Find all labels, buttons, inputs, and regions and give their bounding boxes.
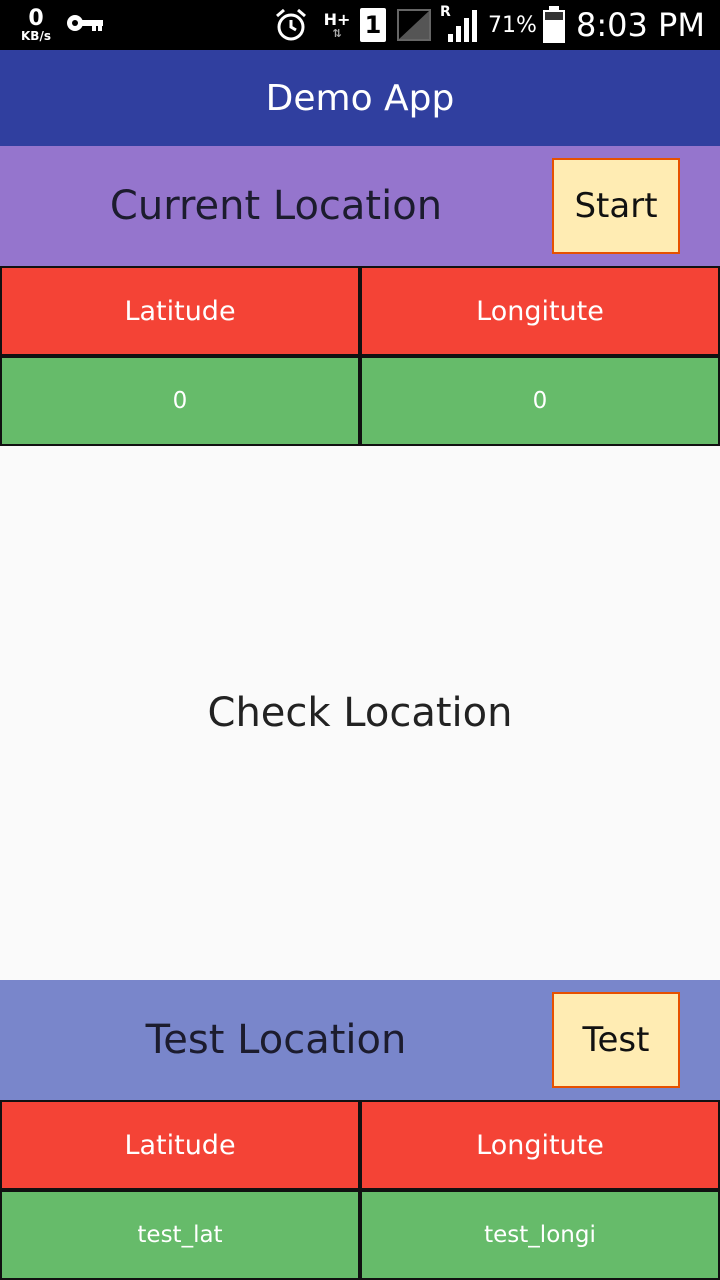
data-rate-indicator: 0 KB/s <box>14 4 58 46</box>
battery-icon <box>542 6 566 44</box>
test-button[interactable]: Test <box>552 992 680 1088</box>
sim-icon: 1 <box>360 8 386 42</box>
app-bar: Demo App <box>0 50 720 146</box>
test-location-header: Test Location Test <box>0 980 720 1100</box>
test-longitude-header: Longitute <box>360 1100 720 1190</box>
status-bar: 0 KB/s H+ ⇅ 1 R 71% 8:03 PM <box>0 0 720 50</box>
check-location-label[interactable]: Check Location <box>0 446 720 980</box>
signal-icon: R <box>440 4 480 44</box>
clock-time: 8:03 PM <box>576 6 705 44</box>
sim-slot-label: 1 <box>364 11 382 39</box>
data-rate-value: 0 <box>28 6 44 31</box>
test-location-title: Test Location <box>145 1017 407 1063</box>
current-longitude-value: 0 <box>360 356 720 446</box>
current-latitude-value: 0 <box>0 356 360 446</box>
current-location-header: Current Location Start <box>0 146 720 266</box>
vpn-key-icon <box>66 12 104 34</box>
app-title: Demo App <box>265 77 455 119</box>
test-latitude-header: Latitude <box>0 1100 360 1190</box>
battery-percent: 71% <box>488 12 537 38</box>
data-arrows-icon: ⇅ <box>332 26 342 40</box>
roaming-indicator: R <box>440 4 451 20</box>
test-latitude-value: test_lat <box>0 1190 360 1280</box>
data-rate-unit: KB/s <box>21 29 51 43</box>
network-type-indicator: H+ ⇅ <box>322 6 352 44</box>
test-longitude-value: test_longi <box>360 1190 720 1280</box>
current-location-title: Current Location <box>109 183 443 229</box>
alarm-icon <box>274 8 308 42</box>
signal-icon <box>396 8 434 42</box>
current-latitude-header: Latitude <box>0 266 360 356</box>
network-type-label: H+ <box>323 9 351 29</box>
current-longitude-header: Longitute <box>360 266 720 356</box>
start-button[interactable]: Start <box>552 158 680 254</box>
